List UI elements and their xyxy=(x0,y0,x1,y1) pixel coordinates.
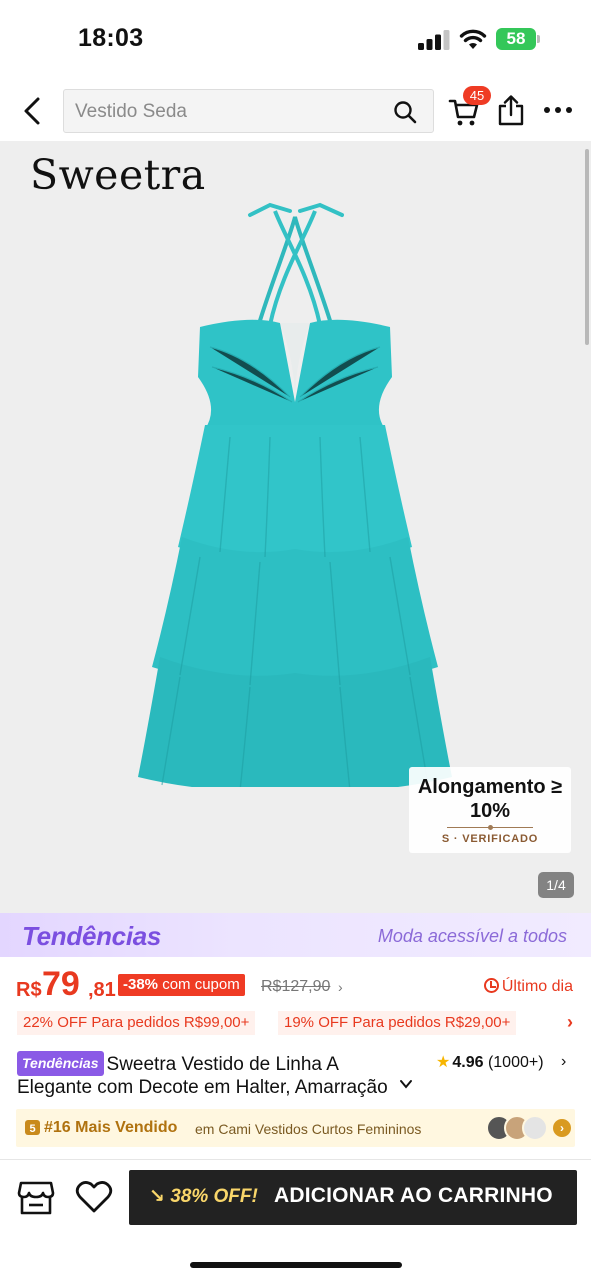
top-nav: Vestido Seda 45 xyxy=(0,86,591,138)
image-scrollbar xyxy=(585,149,589,345)
trends-logo: Tendências xyxy=(22,921,162,951)
price-row: R$ 79 ,81 -38% com cupom R$127,90 › Últi… xyxy=(0,963,591,1005)
rating[interactable]: ★ 4.96 (1000+) xyxy=(436,1052,544,1072)
thumbnail xyxy=(522,1115,548,1141)
product-image-gallery[interactable]: Sweetra Alongamento ≥ 10% S · VERIFICADO… xyxy=(0,141,591,913)
add-to-cart-button[interactable]: ↘ 38% OFF! ADICIONAR AO CARRINHO xyxy=(129,1170,577,1225)
clock-icon xyxy=(483,978,499,993)
wifi-icon xyxy=(459,29,487,49)
search-query: Vestido Seda xyxy=(75,101,187,122)
bestseller-row[interactable]: 5 #16 Mais Vendido em Cami Vestidos Curt… xyxy=(16,1109,575,1147)
signal-icon xyxy=(418,30,450,50)
medal-icon: 5 xyxy=(25,1120,40,1135)
chevron-right-icon[interactable]: › xyxy=(338,979,343,995)
store-icon[interactable] xyxy=(17,1180,55,1216)
add-to-cart-discount: ↘ 38% OFF! xyxy=(149,1185,258,1208)
bestseller-thumbnails xyxy=(486,1115,550,1141)
discount-pill[interactable]: 22% OFF Para pedidos R$99,00+ xyxy=(17,1011,256,1035)
stretch-verified: S · VERIFICADO xyxy=(441,833,539,845)
coupon-label: com cupom xyxy=(162,976,240,993)
trends-slogan: Moda acessível a todos xyxy=(377,926,567,946)
original-price[interactable]: R$127,90 xyxy=(261,978,330,996)
battery-level: 58 xyxy=(506,29,526,48)
chevron-down-icon[interactable] xyxy=(399,1077,413,1091)
trends-tag: Tendências xyxy=(17,1051,104,1076)
chevron-right-icon[interactable]: › xyxy=(561,1053,566,1071)
stretch-title: Alongamento ≥ 10% xyxy=(417,776,563,822)
svg-text:5: 5 xyxy=(29,1123,35,1135)
stretch-badge: Alongamento ≥ 10% S · VERIFICADO xyxy=(409,767,571,853)
discount-row[interactable]: 22% OFF Para pedidos R$99,00+ 19% OFF Pa… xyxy=(0,1009,591,1037)
add-to-cart-label: ADICIONAR AO CARRINHO xyxy=(274,1184,553,1207)
search-icon[interactable] xyxy=(393,100,417,124)
bestseller-rank: #16 Mais Vendido xyxy=(44,1119,178,1136)
title-row: Tendências Sweetra Vestido de Linha A Ele… xyxy=(0,1050,591,1100)
trend-down-icon: ↘ xyxy=(149,1186,165,1207)
cart-badge: 45 xyxy=(463,86,491,105)
chevron-right-icon[interactable]: › xyxy=(567,1012,573,1033)
rating-count: (1000+) xyxy=(487,1054,544,1071)
chevron-left-icon[interactable] xyxy=(18,96,48,126)
image-counter: 1/4 xyxy=(538,872,574,898)
search-input[interactable]: Vestido Seda xyxy=(63,89,434,133)
divider xyxy=(0,1159,591,1160)
share-icon[interactable] xyxy=(497,94,525,126)
status-time: 18:03 xyxy=(78,24,144,52)
discount-text: 38% OFF! xyxy=(170,1186,258,1207)
deadline-label: Último dia xyxy=(501,978,573,995)
deadline: Último dia xyxy=(483,978,573,996)
status-bar: 18:03 58 xyxy=(0,0,591,78)
brand-logo: Sweetra xyxy=(30,151,206,199)
price-cents: ,81 xyxy=(88,979,116,1001)
chevron-right-icon[interactable]: › xyxy=(553,1119,571,1137)
battery-icon: 58 xyxy=(496,28,540,50)
bestseller-category: em Cami Vestidos Curtos Femininos xyxy=(195,1121,422,1137)
product-title[interactable]: Tendências Sweetra Vestido de Linha A Ele… xyxy=(17,1051,412,1097)
price-main: 79 xyxy=(42,965,80,1003)
home-indicator xyxy=(190,1262,402,1268)
heart-icon[interactable] xyxy=(75,1180,113,1214)
trends-banner[interactable]: Tendências Moda acessível a todos xyxy=(0,913,591,957)
discount-pill[interactable]: 19% OFF Para pedidos R$29,00+ xyxy=(278,1011,517,1035)
coupon-discount: -38% xyxy=(123,976,159,993)
more-horizontal-icon[interactable] xyxy=(542,100,574,120)
coupon-tag: -38% com cupom xyxy=(118,974,245,996)
star-icon: ★ xyxy=(436,1054,451,1071)
dress-image xyxy=(138,202,452,787)
rating-value: 4.96 xyxy=(452,1054,484,1071)
price-currency: R$ xyxy=(16,979,42,1001)
